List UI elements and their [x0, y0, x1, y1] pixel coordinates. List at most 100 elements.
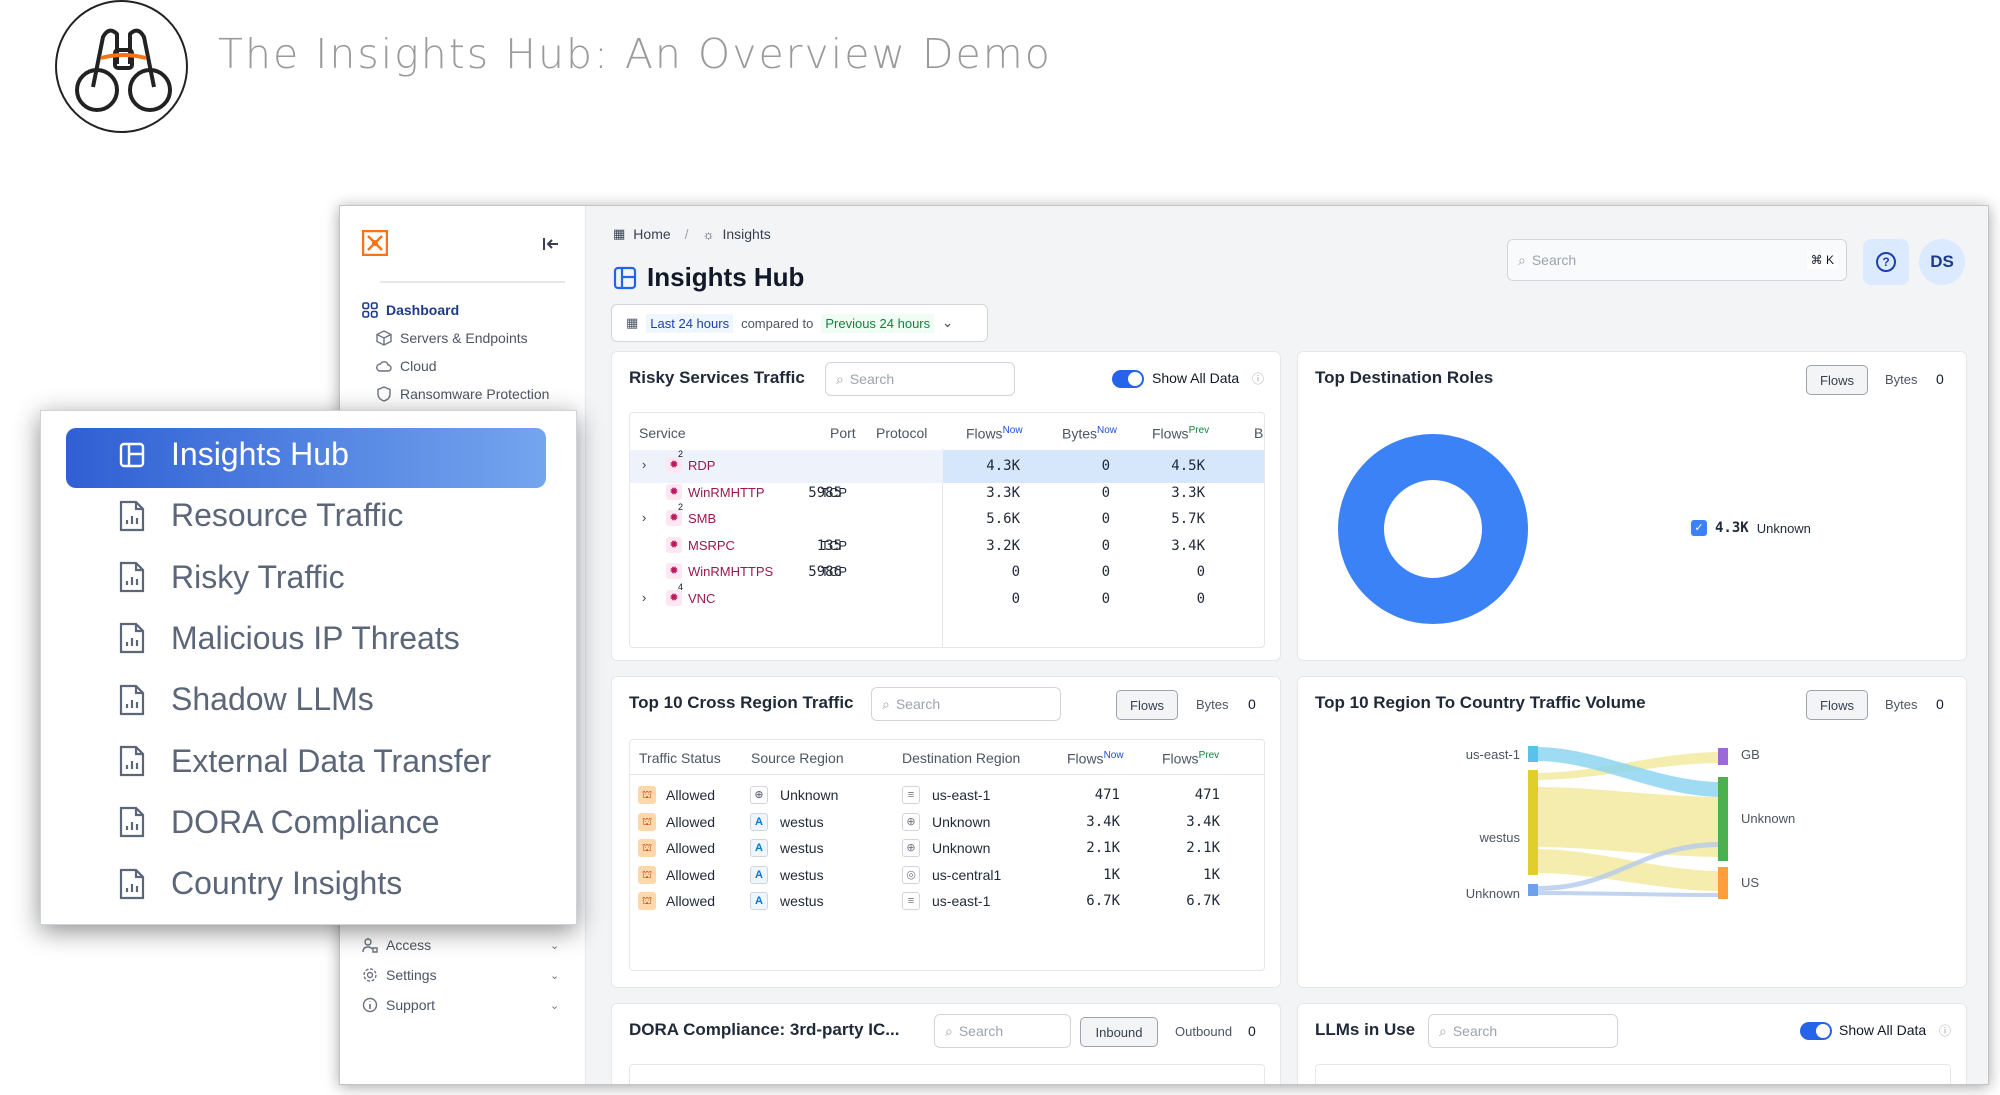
sidebar-item-settings[interactable]: Settings: [362, 967, 437, 983]
brand-logo-icon[interactable]: [362, 230, 388, 256]
table-row[interactable]: ⛫ Allowed ⊕ Unknown ≡ us-east-1 471 471: [630, 784, 1264, 810]
chevron-down-icon[interactable]: ⌄: [550, 999, 559, 1012]
bytes-toggle-button[interactable]: Bytes: [1885, 372, 1918, 387]
service-name[interactable]: VNC: [688, 591, 715, 606]
bytes-now-cell: 0: [1101, 458, 1110, 474]
card-title: Risky Services Traffic: [629, 368, 805, 387]
col-destination-region[interactable]: Destination Region: [902, 750, 1020, 766]
service-name[interactable]: MSRPC: [688, 538, 735, 553]
menu-item-resource-traffic[interactable]: Resource Traffic: [119, 497, 403, 534]
col-service[interactable]: Service: [639, 425, 686, 441]
search-icon: ⌕: [1439, 1022, 1447, 1039]
table-row[interactable]: ✹ WinRMHTTPS 5986 TCP 0 0 0: [630, 561, 1264, 587]
sidebar-item-access[interactable]: Access: [362, 937, 431, 953]
service-name[interactable]: WinRMHTTP: [688, 485, 765, 500]
sankey-node-us-east-1[interactable]: [1528, 746, 1538, 762]
service-count-badge: 4: [678, 581, 684, 592]
search-placeholder: Search: [1531, 252, 1577, 268]
table-row[interactable]: › ✹ 2 SMB 5.6K 0 5.7K: [630, 502, 1264, 534]
col-flows-prev[interactable]: FlowsPrev: [1152, 425, 1209, 442]
show-all-data-toggle[interactable]: [1112, 370, 1144, 388]
inbound-button[interactable]: Inbound: [1080, 1017, 1158, 1047]
flows-toggle-button[interactable]: Flows: [1806, 365, 1868, 395]
service-name[interactable]: WinRMHTTPS: [688, 564, 773, 579]
service-name[interactable]: SMB: [688, 511, 716, 526]
col-superscript: Now: [1103, 750, 1124, 761]
chevron-right-icon[interactable]: ›: [642, 457, 646, 472]
global-search-input[interactable]: ⌕ Search ⌘ K: [1507, 239, 1847, 281]
chevron-down-icon[interactable]: ⌄: [550, 939, 559, 952]
layout-panel-icon: [613, 266, 637, 289]
sidebar-item-servers[interactable]: Servers & Endpoints: [376, 330, 528, 346]
sankey-node-us[interactable]: [1718, 867, 1728, 899]
risky-search-input[interactable]: ⌕ Search: [825, 362, 1015, 396]
table-row[interactable]: ⛫ Allowed Awestus ≡ us-east-1 6.7K 6.7K: [630, 890, 1264, 916]
col-label: Flows: [1067, 750, 1104, 767]
bytes-now-cell: 0: [1101, 590, 1110, 607]
menu-item-insights-hub[interactable]: Insights Hub: [119, 436, 349, 473]
sankey-node-unknown-src[interactable]: [1528, 884, 1538, 896]
menu-item-country-insights[interactable]: Country Insights: [119, 865, 402, 902]
col-bytes-prev[interactable]: B: [1254, 425, 1263, 441]
outbound-button[interactable]: Outbound: [1175, 1024, 1232, 1039]
breadcrumb-home[interactable]: Home: [633, 226, 670, 242]
legend-label: Unknown: [1756, 520, 1811, 536]
sidebar-item-dashboard[interactable]: Dashboard: [362, 302, 459, 318]
table-row[interactable]: › ✹ 2 RDP 4.3K 0 4.5K: [630, 449, 1264, 481]
bug-icon: ✹: [666, 536, 682, 553]
total-count: 0: [1248, 1023, 1256, 1039]
service-name[interactable]: RDP: [688, 458, 715, 473]
donut-slice-unknown[interactable]: [1338, 434, 1528, 624]
chevron-right-icon[interactable]: ›: [642, 510, 646, 525]
gear-icon: [363, 968, 377, 982]
legend-checkbox[interactable]: ✓: [1691, 520, 1707, 536]
menu-item-shadow-llms[interactable]: Shadow LLMs: [119, 681, 374, 718]
menu-item-risky-traffic[interactable]: Risky Traffic: [119, 559, 345, 596]
flows-now-cell: 3.4K: [1086, 813, 1120, 830]
chevron-down-icon[interactable]: ⌄: [550, 969, 559, 982]
risky-services-card: Risky Services Traffic ⌕ Search Show All …: [611, 351, 1281, 661]
menu-item-label: Risky Traffic: [171, 558, 345, 595]
table-row[interactable]: ✹ WinRMHTTP 5985 TCP 3.3K 0 3.3K: [630, 482, 1264, 508]
col-protocol[interactable]: Protocol: [876, 425, 927, 441]
table-row[interactable]: ⛫ Allowed Awestus ◎ us-central1 1K 1K: [630, 864, 1264, 890]
help-button[interactable]: ?: [1863, 239, 1909, 285]
col-flows-prev[interactable]: FlowsPrev: [1162, 750, 1219, 767]
table-row[interactable]: ⛫ Allowed Awestus ⊕ Unknown 3.4K 3.4K: [630, 811, 1264, 837]
col-flows-now[interactable]: FlowsNow: [966, 425, 1023, 442]
col-bytes-now[interactable]: BytesNow: [1062, 425, 1117, 442]
previous-range: Previous 24 hours: [821, 313, 935, 333]
card-title: DORA Compliance: 3rd-party IC...: [629, 1020, 900, 1039]
table-row[interactable]: ⛫ Allowed Awestus ⊕ Unknown 2.1K 2.1K: [630, 837, 1264, 863]
sankey-node-unknown-dst[interactable]: [1718, 777, 1728, 861]
calendar-icon: ▦: [626, 315, 639, 330]
sankey-flow-unknown-us[interactable]: [1536, 891, 1722, 897]
time-range-selector[interactable]: ▦ Last 24 hours compared to Previous 24 …: [611, 304, 988, 342]
sidebar-item-ransomware[interactable]: Ransomware Protection: [376, 386, 549, 402]
avatar[interactable]: DS: [1919, 239, 1965, 285]
sidebar-item-cloud[interactable]: Cloud: [376, 358, 437, 374]
sankey-node-westus[interactable]: [1528, 770, 1538, 875]
table-row[interactable]: ✹ MSRPC 135 TCP 3.2K 0 3.4K: [630, 535, 1264, 561]
source-region-cell: westus: [780, 813, 824, 830]
llm-search-input[interactable]: ⌕ Search: [1428, 1014, 1618, 1048]
menu-item-malicious-ip-threats[interactable]: Malicious IP Threats: [119, 620, 460, 657]
collapse-sidebar-icon[interactable]: [542, 236, 560, 252]
flows-toggle-button[interactable]: Flows: [1116, 690, 1178, 720]
chevron-right-icon[interactable]: ›: [642, 590, 646, 605]
cross-search-input[interactable]: ⌕ Search: [871, 687, 1061, 721]
bytes-toggle-button[interactable]: Bytes: [1196, 697, 1229, 712]
dora-search-input[interactable]: ⌕ Search: [934, 1014, 1071, 1048]
show-all-data-toggle[interactable]: [1800, 1022, 1832, 1040]
sankey-node-gb[interactable]: [1718, 748, 1728, 765]
sidebar-item-support[interactable]: Support: [362, 997, 435, 1013]
table-row[interactable]: › ✹ 4 VNC 0 0 0: [630, 582, 1264, 614]
col-flows-now[interactable]: FlowsNow: [1067, 750, 1124, 767]
col-traffic-status[interactable]: Traffic Status: [639, 750, 721, 766]
col-port[interactable]: Port: [830, 425, 856, 441]
breadcrumb-current[interactable]: Insights: [722, 226, 770, 242]
menu-item-dora-compliance[interactable]: DORA Compliance: [119, 804, 440, 841]
col-source-region[interactable]: Source Region: [751, 750, 844, 766]
menu-item-external-data-transfer[interactable]: External Data Transfer: [119, 743, 491, 780]
toggle-label: Show All Data: [1152, 370, 1240, 386]
